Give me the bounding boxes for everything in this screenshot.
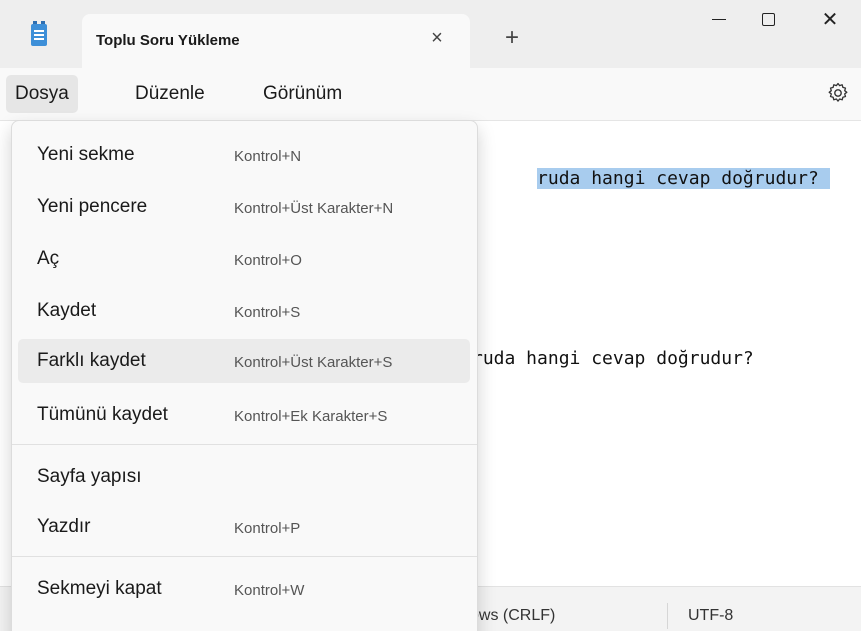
editor-line-1: ruda hangi cevap doğrudur?	[472, 147, 830, 210]
title-bar: Toplu Soru Yükleme × + ✕	[0, 0, 861, 68]
menu-item-sekmeyi-kapat[interactable]: Sekmeyi kapat Kontrol+W	[18, 567, 470, 611]
menu-item-label: Aç	[37, 248, 60, 269]
menu-item-label: Sayfa yapısı	[37, 466, 142, 487]
menu-item-shortcut: Kontrol+O	[234, 252, 302, 269]
menu-item-sayfa-yapisi[interactable]: Sayfa yapısı	[18, 455, 470, 499]
menu-item-label: Yazdır	[37, 516, 91, 537]
menu-duzenle[interactable]: Düzenle	[126, 75, 214, 113]
menu-item-shortcut: Kontrol+S	[234, 304, 301, 321]
menu-item-kaydet[interactable]: Kaydet Kontrol+S	[18, 289, 470, 333]
menu-item-label: Sekmeyi kapat	[37, 578, 162, 599]
menu-dosya[interactable]: Dosya	[6, 75, 78, 113]
menu-item-shortcut: Kontrol+Ek Karakter+S	[234, 408, 388, 425]
notepad-window: Toplu Soru Yükleme × + ✕ Dosya Düzenle G…	[0, 0, 861, 631]
menu-bar: Dosya Düzenle Görünüm	[0, 68, 861, 120]
editor-line-2: ruda hangi cevap doğrudur?	[472, 348, 754, 369]
menu-item-yeni-pencere[interactable]: Yeni pencere Kontrol+Üst Karakter+N	[18, 185, 470, 229]
menu-item-label: Kaydet	[37, 300, 97, 321]
menu-item-shortcut: Kontrol+N	[234, 148, 302, 165]
gear-icon[interactable]	[826, 81, 850, 105]
menu-item-label: Tümünü kaydet	[37, 404, 168, 425]
menu-item-tumunu-kaydet[interactable]: Tümünü kaydet Kontrol+Ek Karakter+S	[18, 393, 470, 437]
close-tab-icon[interactable]: ×	[426, 26, 448, 50]
file-menu-dropdown: Yeni sekme Kontrol+N Yeni pencere Kontro…	[11, 120, 478, 631]
status-divider	[667, 603, 668, 629]
menu-item-label: Farklı kaydet	[37, 350, 146, 371]
menu-gorunum[interactable]: Görünüm	[254, 75, 351, 113]
menu-separator	[12, 556, 477, 557]
encoding-status[interactable]: UTF-8	[688, 607, 733, 625]
menu-item-shortcut: Kontrol+W	[234, 582, 305, 599]
menu-item-label: Yeni pencere	[37, 196, 148, 217]
line-ending-status[interactable]: ows (CRLF)	[470, 607, 555, 625]
menu-separator	[12, 444, 477, 445]
menu-item-ac[interactable]: Aç Kontrol+O	[18, 237, 470, 281]
notepad-app-icon	[31, 21, 47, 46]
close-icon: ✕	[821, 9, 839, 31]
new-tab-button[interactable]: +	[500, 26, 524, 50]
menu-item-shortcut: Kontrol+Üst Karakter+N	[234, 200, 394, 217]
menu-item-farkli-kaydet[interactable]: Farklı kaydet Kontrol+Üst Karakter+S	[18, 339, 470, 383]
maximize-button[interactable]	[738, 0, 800, 40]
tab-title: Toplu Soru Yükleme	[96, 32, 240, 49]
menu-item-shortcut: Kontrol+P	[234, 520, 301, 537]
menu-item-yeni-sekme[interactable]: Yeni sekme Kontrol+N	[18, 133, 470, 177]
close-window-button[interactable]: ✕	[799, 0, 861, 40]
menu-item-shortcut: Kontrol+Üst Karakter+S	[234, 354, 393, 371]
menu-item-label: Yeni sekme	[37, 144, 135, 165]
tab-toplu-soru-yukleme[interactable]: Toplu Soru Yükleme ×	[82, 14, 470, 68]
selected-text: ruda hangi cevap doğrudur?	[537, 168, 819, 189]
menu-item-yazdir[interactable]: Yazdır Kontrol+P	[18, 505, 470, 549]
